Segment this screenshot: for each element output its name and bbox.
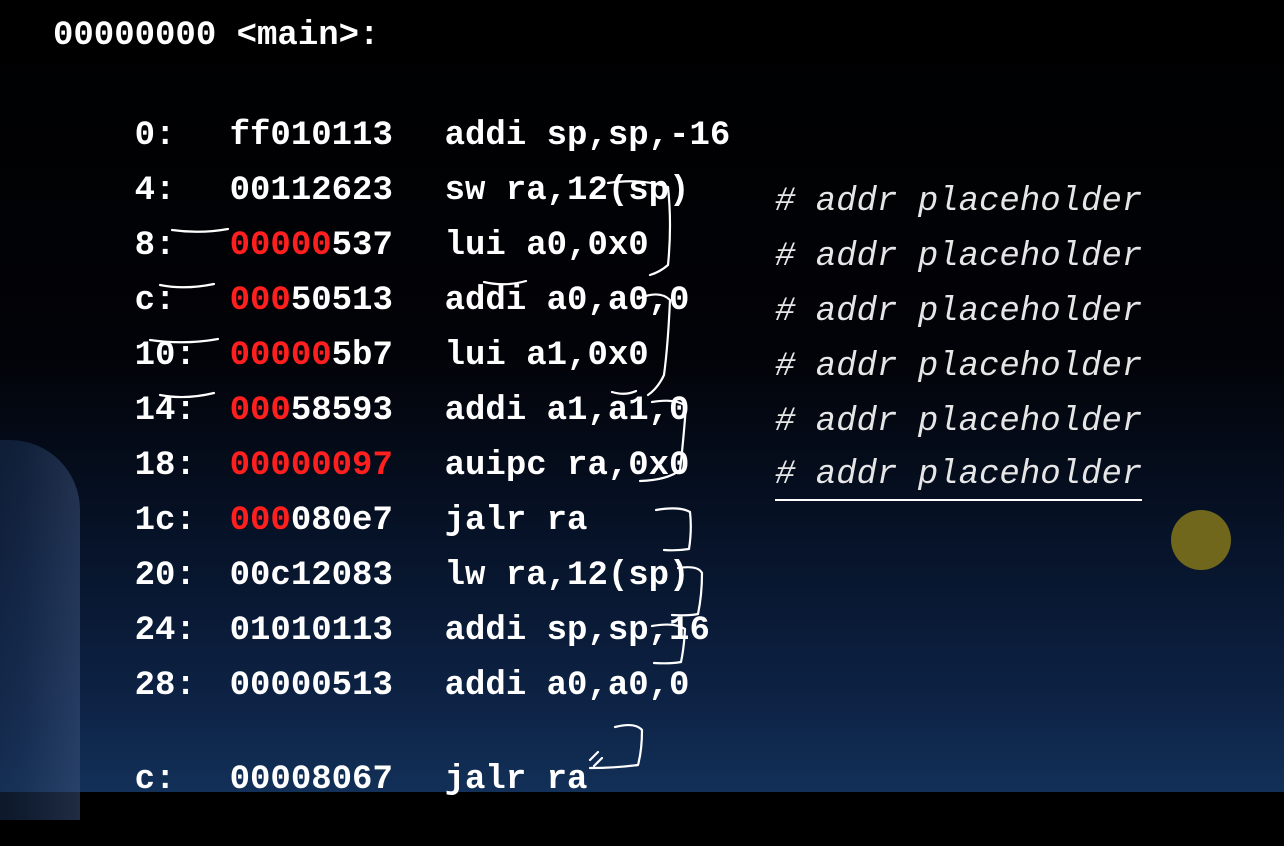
bracket-mark <box>654 507 692 552</box>
bracket-mark <box>606 180 672 277</box>
underline-mark <box>170 227 230 233</box>
underline-mark <box>158 391 216 399</box>
laser-pointer-dot <box>1171 510 1231 570</box>
underline-mark <box>158 282 216 289</box>
slide: 00000000 <main>: 0: ff010113 addi sp,sp,-1… <box>0 0 1284 820</box>
bracket-mark <box>650 623 687 665</box>
underline-mark <box>610 389 638 395</box>
bracket-mark <box>638 399 688 483</box>
handwritten-annotations <box>148 180 704 770</box>
underline-mark <box>148 337 220 344</box>
bracket-mark <box>588 750 604 768</box>
bracket-mark <box>670 566 704 617</box>
bracket-mark <box>638 293 672 397</box>
underline-mark <box>482 279 528 286</box>
